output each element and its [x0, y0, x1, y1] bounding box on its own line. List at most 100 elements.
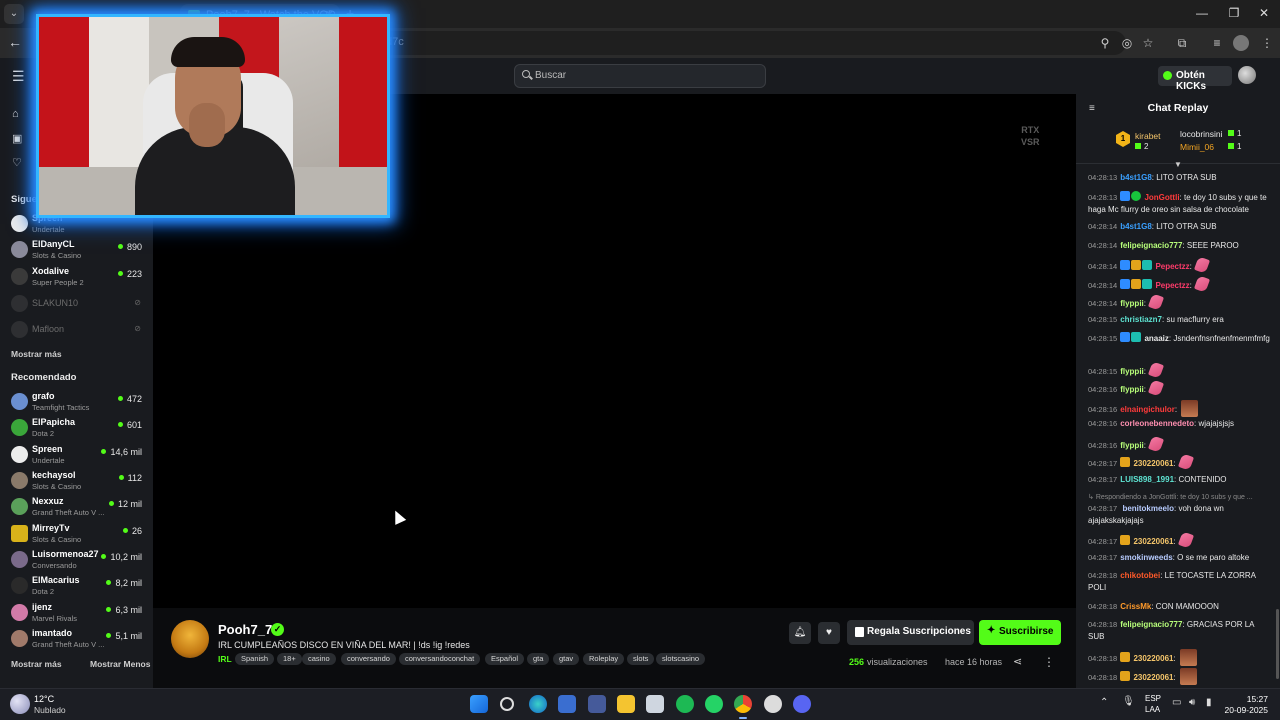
- sidebar-following-eldanycl[interactable]: ElDanyCL Slots & Casino 890: [0, 238, 153, 264]
- sidebar-recommended-item[interactable]: ElMacarius Dota 2 8,2 mil: [0, 574, 153, 600]
- input-language[interactable]: ESP: [1145, 694, 1161, 703]
- tag-chip[interactable]: gtav: [553, 653, 580, 665]
- input-layout[interactable]: LAA: [1145, 705, 1160, 714]
- microphone-icon[interactable]: 🎙︎: [1122, 696, 1135, 707]
- tag-chip[interactable]: slots: [627, 653, 655, 665]
- tag-chip[interactable]: Roleplay: [583, 653, 625, 665]
- sidebar-recommended-item[interactable]: ijenz Marvel Rivals 6,3 mil: [0, 601, 153, 627]
- sidebar-recommended-item[interactable]: ElPapicha Dota 2 601: [0, 416, 153, 442]
- close-window-icon[interactable]: ✕: [1254, 6, 1274, 20]
- windows-start-icon[interactable]: [470, 695, 488, 713]
- gift-subscriptions-button[interactable]: Regala Suscripciones: [847, 620, 974, 645]
- home-icon[interactable]: ⌂: [12, 108, 32, 122]
- edge-browser-icon[interactable]: [529, 695, 547, 713]
- show-more-following-link[interactable]: Mostrar más: [11, 349, 62, 359]
- chat-username[interactable]: 230220061: [1133, 537, 1173, 546]
- more-options-icon[interactable]: ⋮: [1043, 655, 1055, 669]
- chat-username[interactable]: LUIS898_1991: [1120, 475, 1174, 484]
- chat-username[interactable]: corleonebennedeto: [1120, 419, 1194, 428]
- menu-hamburger-icon[interactable]: ☰: [12, 68, 25, 85]
- tag-chip[interactable]: slotscasino: [656, 653, 706, 665]
- leader-name[interactable]: Mimii_06: [1180, 142, 1214, 152]
- media-controls-icon[interactable]: ≡: [1209, 35, 1225, 51]
- chat-username[interactable]: chikotobei: [1120, 571, 1160, 580]
- chat-username[interactable]: 230220061: [1133, 673, 1173, 682]
- user-avatar[interactable]: [1238, 66, 1256, 84]
- show-more-recommended-link[interactable]: Mostrar más: [11, 659, 62, 669]
- chat-username[interactable]: elnaingichulor: [1120, 405, 1175, 414]
- chrome-icon[interactable]: [734, 695, 752, 713]
- chat-username[interactable]: 230220061: [1133, 654, 1173, 663]
- file-explorer-icon[interactable]: [617, 695, 635, 713]
- tray-chevron-up-icon[interactable]: ⌃: [1100, 697, 1108, 708]
- tag-chip[interactable]: Spanish: [235, 653, 275, 665]
- leader-name[interactable]: kirabet: [1135, 131, 1161, 141]
- app-icon[interactable]: [588, 695, 606, 713]
- store-icon[interactable]: [558, 695, 576, 713]
- tag-chip[interactable]: conversando: [341, 653, 396, 665]
- stream-category-link[interactable]: IRL: [218, 654, 232, 664]
- chat-username[interactable]: benitokmeelo: [1122, 504, 1174, 513]
- chat-username[interactable]: christiazn7: [1120, 315, 1162, 324]
- search-icon[interactable]: [500, 697, 514, 711]
- chat-username[interactable]: Pepectzz: [1155, 281, 1189, 290]
- chat-username[interactable]: smokinweeds: [1120, 553, 1172, 562]
- show-less-link[interactable]: Mostrar Menos: [90, 659, 150, 669]
- clock-time[interactable]: 15:27: [1220, 694, 1268, 704]
- chat-username[interactable]: flyppii: [1120, 299, 1144, 308]
- sidebar-recommended-item[interactable]: Luisormenoa27 Conversando 10,2 mil: [0, 548, 153, 574]
- browser-menu-icon[interactable]: ⋮: [1259, 35, 1275, 51]
- chat-username[interactable]: flyppii: [1120, 385, 1144, 394]
- extensions-icon[interactable]: ⧉: [1174, 35, 1190, 51]
- subscribe-button[interactable]: ✦ Suscribirse: [979, 620, 1061, 645]
- chat-scrollbar[interactable]: [1276, 609, 1279, 679]
- follow-heart-button[interactable]: ♥: [818, 622, 840, 644]
- scroll-down-arrow-icon[interactable]: ▼: [1174, 160, 1182, 169]
- profile-avatar-icon[interactable]: [1233, 35, 1249, 51]
- tag-chip[interactable]: 18+: [277, 653, 302, 665]
- volume-icon[interactable]: 🔊︎: [1189, 697, 1195, 708]
- chat-username[interactable]: b4st1G8: [1120, 173, 1152, 182]
- tag-chip[interactable]: casino: [302, 653, 336, 665]
- notification-bell-button[interactable]: 🔔︎: [789, 622, 811, 644]
- bookmark-star-icon[interactable]: ☆: [1140, 35, 1156, 51]
- chat-username[interactable]: flyppii: [1120, 441, 1144, 450]
- tag-chip[interactable]: Español: [485, 653, 525, 665]
- chat-username[interactable]: b4st1G8: [1120, 222, 1152, 231]
- app-icon[interactable]: [764, 695, 782, 713]
- sidebar-recommended-item[interactable]: Spreen Undertale 14,6 mil: [0, 443, 153, 469]
- sidebar-following-xodalive[interactable]: Xodalive Super People 2 223: [0, 265, 153, 291]
- chat-username[interactable]: CrissMk: [1120, 602, 1151, 611]
- clock-date[interactable]: 20-09-2025: [1220, 705, 1268, 715]
- tab-search-button[interactable]: ⌄: [4, 4, 24, 24]
- zoom-icon[interactable]: ⚲: [1097, 35, 1113, 51]
- chat-username[interactable]: felipeignacio777: [1120, 241, 1182, 250]
- battery-icon[interactable]: ▮: [1206, 697, 1212, 708]
- tag-chip[interactable]: conversandoconchat: [399, 653, 481, 665]
- eye-off-icon[interactable]: ◎: [1119, 35, 1135, 51]
- spotify-icon[interactable]: [676, 695, 694, 713]
- maximize-icon[interactable]: ❐: [1224, 6, 1244, 20]
- get-kicks-button[interactable]: Obtén KICKs: [1158, 66, 1232, 92]
- streamer-name[interactable]: Pooh7_7: [218, 622, 272, 637]
- sidebar-following-mafloon[interactable]: Mafloon ⊘: [0, 318, 153, 344]
- sidebar-following-slakun10[interactable]: SLAKUN10 ⊘: [0, 292, 153, 318]
- streamer-avatar[interactable]: [171, 620, 209, 658]
- chat-username[interactable]: anaaiz: [1144, 334, 1168, 343]
- browse-icon[interactable]: ▣: [12, 132, 32, 146]
- sidebar-recommended-item[interactable]: grafo Teamfight Tactics 472: [0, 390, 153, 416]
- whatsapp-icon[interactable]: [705, 695, 723, 713]
- search-input[interactable]: Buscar: [514, 64, 766, 88]
- weather-cloud-icon[interactable]: [10, 694, 30, 714]
- sidebar-recommended-item[interactable]: Nexxuz Grand Theft Auto V ... 12 mil: [0, 495, 153, 521]
- leader-name[interactable]: locobrinsini: [1180, 129, 1223, 139]
- sidebar-recommended-item[interactable]: imantado Grand Theft Auto V ... 5,1 mil: [0, 627, 153, 653]
- chat-username[interactable]: Pepectzz: [1155, 262, 1189, 271]
- chat-username[interactable]: JonGottli: [1144, 193, 1179, 202]
- chat-username[interactable]: 230220061: [1133, 459, 1173, 468]
- discord-icon[interactable]: [793, 695, 811, 713]
- sidebar-recommended-item[interactable]: kechaysol Slots & Casino 112: [0, 469, 153, 495]
- following-heart-icon[interactable]: ♡: [12, 156, 32, 170]
- network-icon[interactable]: ▭: [1172, 697, 1181, 708]
- minimize-icon[interactable]: —: [1192, 6, 1212, 20]
